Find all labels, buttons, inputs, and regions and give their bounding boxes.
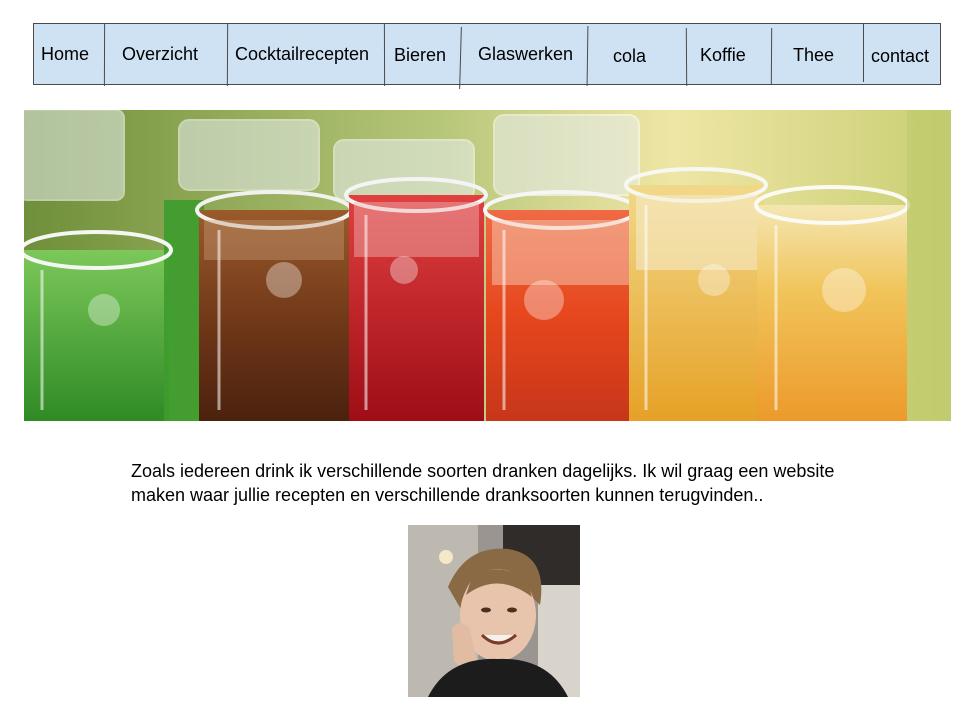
nav-thee[interactable]: Thee (772, 24, 863, 84)
nav-glaswerken-label: Glaswerken (478, 44, 574, 64)
nav-cocktailrecepten-label: Cocktailrecepten (235, 44, 370, 64)
nav-koffie[interactable]: Koffie (686, 24, 772, 84)
nav-contact-label: contact (871, 46, 930, 66)
nav-contact[interactable]: contact (863, 24, 940, 84)
nav-separator (383, 23, 386, 87)
nav-thee-label: Thee (793, 45, 835, 65)
nav-bieren-label: Bieren (394, 45, 447, 65)
nav-overzicht[interactable]: Overzicht (105, 24, 228, 84)
main-navigation: Home Overzicht Cocktailrecepten Bieren G… (33, 23, 941, 90)
profile-photo-icon (408, 525, 580, 697)
nav-overzicht-label: Overzicht (122, 44, 199, 64)
nav-cocktailrecepten[interactable]: Cocktailrecepten (228, 24, 385, 84)
nav-cola[interactable]: cola (587, 24, 686, 84)
nav-separator (863, 24, 864, 82)
drinks-photo (24, 110, 951, 421)
nav-home-label: Home (41, 44, 90, 64)
drinks-photo-icon (24, 110, 951, 421)
nav-koffie-label: Koffie (700, 45, 746, 65)
nav-home[interactable]: Home (34, 24, 105, 84)
nav-cola-label: cola (613, 46, 647, 66)
nav-bieren[interactable]: Bieren (385, 24, 461, 84)
nav-glaswerken[interactable]: Glaswerken (461, 24, 587, 84)
intro-text: Zoals iedereen drink ik verschillende so… (131, 461, 835, 505)
profile-photo (408, 525, 580, 697)
nav-separator (103, 23, 106, 87)
